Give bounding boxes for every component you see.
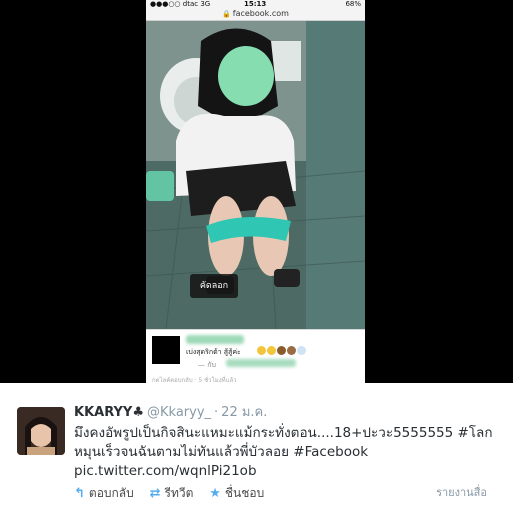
comment-meta: กดไลค์ตอบกลับ · 5 ชั่วโมงที่แล้ว: [152, 377, 237, 383]
copy-button[interactable]: คัดลอก: [190, 274, 238, 298]
tweet-media[interactable]: ●●●○○ dtac 3G 15:13 68% 🔒 facebook.com ค…: [0, 0, 513, 383]
clock-label: 15:13: [244, 0, 267, 8]
timestamp[interactable]: 22 ม.ค.: [221, 405, 267, 420]
reply-line: — กับ: [198, 361, 216, 369]
gem-emoji-icon: [297, 346, 306, 355]
retweet-icon: ⇄: [149, 486, 161, 501]
retweet-label: รีทวีต: [164, 486, 194, 500]
tweet-text: มึงคงอัพรูปเป็นกิจสินะแหมะแม้กระทั่งตอน.…: [74, 424, 504, 481]
carrier-label: ●●●○○ dtac 3G: [150, 0, 211, 8]
facebook-comment: เบ่งสุดริกต้า สู้สู้ค่ะ — กับ กดไลค์ตอบก…: [146, 329, 365, 383]
reply-button[interactable]: ↰ ตอบกลับ: [74, 484, 134, 503]
photo: คัดลอก: [146, 21, 365, 329]
phone-screenshot: ●●●○○ dtac 3G 15:13 68% 🔒 facebook.com ค…: [146, 0, 365, 383]
phone-status-bar: ●●●○○ dtac 3G 15:13 68%: [146, 0, 365, 8]
url-text: facebook.com: [232, 9, 289, 18]
retweet-button[interactable]: ⇄ รีทวีต: [150, 484, 194, 503]
report-media-link[interactable]: รายงานสื่อ: [436, 483, 487, 501]
display-name[interactable]: KKARYY♣: [74, 405, 144, 420]
star-icon: ★: [209, 486, 221, 501]
commenter-avatar: [152, 336, 180, 364]
monkey-emoji-icon: [287, 346, 296, 355]
tweet-actions: ↰ ตอบกลับ ⇄ รีทวีต ★ ชื่นชอบ: [74, 484, 276, 503]
username[interactable]: @Kkaryy_: [147, 405, 211, 420]
browser-url-bar: 🔒 facebook.com: [146, 8, 365, 21]
avatar[interactable]: [17, 407, 65, 455]
tweet-body: มึงคงอัพรูปเป็นกิจสินะแหมะแม้กระทั่งตอน.…: [74, 425, 493, 460]
lock-icon: 🔒: [222, 10, 231, 18]
censored-reply: [226, 359, 296, 367]
poop-emoji-icon: [277, 346, 286, 355]
tweet-header: KKARYY♣ @Kkaryy_ · 22 ม.ค.: [74, 405, 267, 421]
battery-label: 68%: [345, 0, 361, 8]
reply-icon: ↰: [74, 486, 85, 501]
separator-dot: ·: [214, 405, 219, 420]
comment-text: เบ่งสุดริกต้า สู้สู้ค่ะ: [186, 348, 241, 356]
laughing-emoji-icon: [257, 346, 266, 355]
favorite-label: ชื่นชอบ: [224, 486, 265, 500]
favorite-button[interactable]: ★ ชื่นชอบ: [209, 484, 264, 503]
tweet-link[interactable]: pic.twitter.com/wqnlPi21ob: [74, 462, 504, 481]
reply-label: ตอบกลับ: [88, 486, 134, 500]
tweet: KKARYY♣ @Kkaryy_ · 22 ม.ค. มึงคงอัพรูปเป็นก…: [0, 383, 513, 516]
emoji-row: [257, 346, 307, 355]
laughing-emoji-icon: [267, 346, 276, 355]
censored-name: [186, 335, 244, 344]
